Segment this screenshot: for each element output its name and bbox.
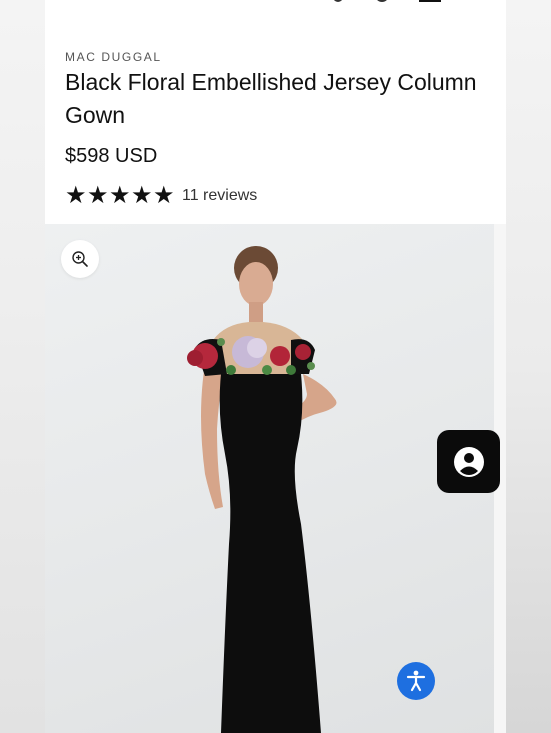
background-right [506,0,551,733]
rating-summary[interactable]: ★ ★ ★ ★ ★ 11 reviews [65,184,257,208]
star-icon: ★ [65,182,87,209]
search-icon[interactable] [333,0,343,2]
product-price: $598 USD [65,145,158,167]
star-rating: ★ ★ ★ ★ ★ [65,184,175,208]
account-icon [453,446,484,477]
cart-icon[interactable] [419,0,441,2]
star-icon: ★ [87,182,109,209]
reviews-link[interactable]: 11 reviews [182,187,257,205]
background-left [0,0,45,733]
zoom-button[interactable] [61,240,99,278]
product-title: Black Floral Embellished Jersey Column G… [65,69,477,128]
account-header-icon[interactable] [375,0,389,2]
account-button[interactable] [437,430,500,493]
header-bar [45,0,506,8]
star-icon: ★ [153,182,175,209]
star-icon: ★ [109,182,131,209]
zoom-in-icon [72,251,88,267]
brand-name[interactable]: MAC DUGGAL [65,50,162,64]
star-icon: ★ [131,182,153,209]
accessibility-icon [406,670,426,692]
accessibility-button[interactable] [397,662,435,700]
product-page: MAC DUGGAL Black Floral Embellished Jers… [45,0,506,733]
